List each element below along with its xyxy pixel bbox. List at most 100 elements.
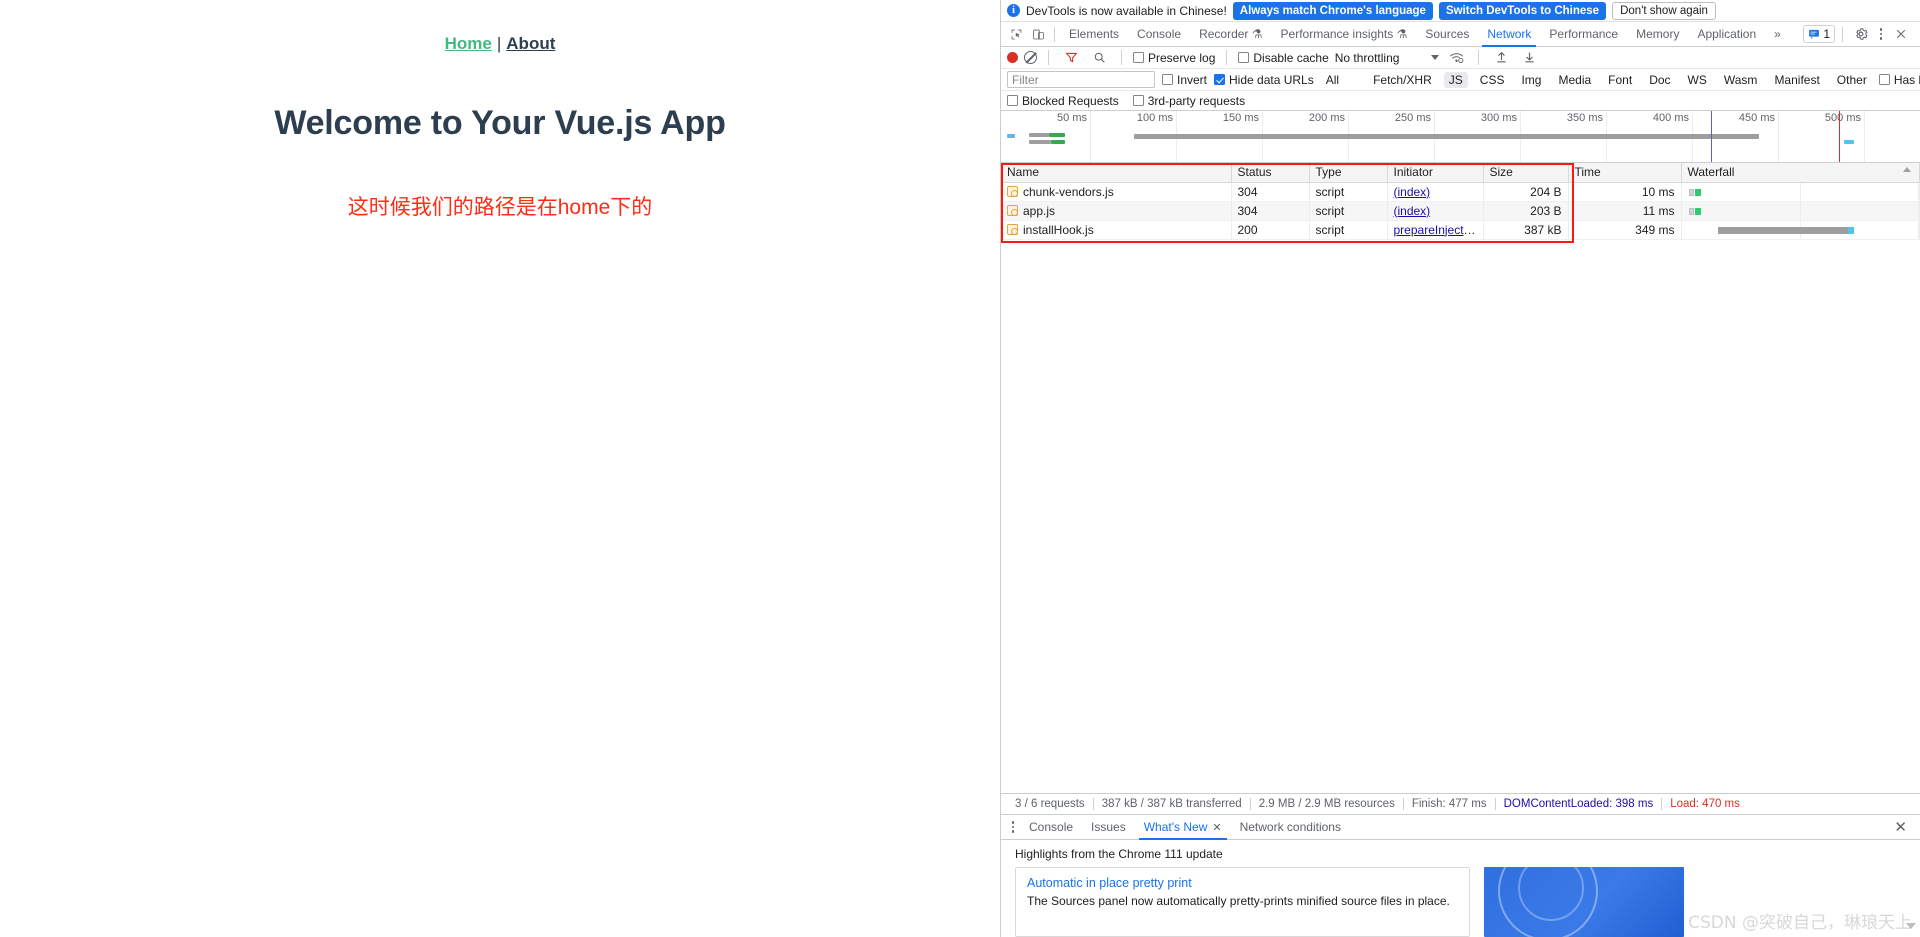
initiator-link[interactable]: (index) — [1394, 185, 1431, 199]
cell-name: app.js — [1001, 201, 1232, 221]
filter-funnel-icon[interactable] — [1060, 48, 1082, 68]
issues-count: 1 — [1823, 27, 1830, 41]
column-header-initiator[interactable]: Initiator — [1387, 163, 1484, 183]
search-icon[interactable] — [1088, 48, 1110, 68]
preserve-log-label: Preserve log — [1148, 50, 1216, 65]
inspect-element-icon[interactable] — [1005, 24, 1027, 44]
filter-type-wasm[interactable]: Wasm — [1719, 72, 1763, 88]
filter-type-img[interactable]: Img — [1516, 72, 1546, 88]
tab-recorder[interactable]: Recorder ⚗ — [1190, 22, 1271, 47]
filter-type-css[interactable]: CSS — [1475, 72, 1510, 88]
dont-show-again-button[interactable]: Don't show again — [1612, 1, 1716, 20]
record-network-log-icon[interactable] — [1007, 52, 1018, 63]
overview-tick: 200 ms — [1308, 112, 1345, 124]
close-devtools-icon[interactable] — [1890, 24, 1912, 44]
column-header-size[interactable]: Size — [1483, 163, 1569, 183]
filter-type-font[interactable]: Font — [1603, 72, 1637, 88]
column-header-name[interactable]: Name — [1001, 163, 1232, 183]
has-blocked-cookies-checkbox[interactable]: Has blocked cookies — [1878, 73, 1920, 87]
invert-checkbox[interactable]: Invert — [1162, 73, 1207, 87]
filter-type-manifest[interactable]: Manifest — [1769, 72, 1824, 88]
cell-name: installHook.js — [1001, 220, 1232, 240]
cell-waterfall — [1681, 220, 1920, 240]
tab-memory[interactable]: Memory — [1627, 22, 1688, 47]
settings-gear-icon[interactable] — [1850, 24, 1872, 44]
table-row[interactable]: app.js 304 script (index) 203 B 11 ms — [1001, 201, 1920, 221]
preserve-log-box — [1133, 52, 1144, 63]
toolbar-divider-3 — [1226, 50, 1228, 65]
overview-tick: 250 ms — [1394, 112, 1431, 124]
export-har-icon[interactable] — [1518, 48, 1540, 68]
blocked-requests-checkbox[interactable]: Blocked Requests — [1007, 94, 1119, 108]
third-party-requests-checkbox[interactable]: 3rd-party requests — [1132, 94, 1245, 108]
tab-performance-insights[interactable]: Performance insights ⚗ — [1272, 22, 1417, 47]
filter-type-js[interactable]: JS — [1443, 71, 1468, 88]
tab-elements[interactable]: Elements — [1060, 22, 1128, 47]
drawer-tab-issues[interactable]: Issues — [1082, 815, 1135, 840]
throttling-select[interactable]: No throttling — [1335, 51, 1440, 65]
tab-recorder-label: Recorder — [1199, 26, 1249, 41]
tab-application[interactable]: Application — [1688, 22, 1765, 47]
cell-initiator: (index) — [1387, 182, 1484, 202]
devtools-window: i DevTools is now available in Chinese! … — [1000, 0, 1920, 937]
waterfall-queue-bar — [1688, 207, 1694, 215]
nav-link-about[interactable]: About — [506, 34, 555, 53]
overview-tick: 350 ms — [1566, 112, 1603, 124]
import-har-icon[interactable] — [1490, 48, 1512, 68]
toolbar-divider-4 — [1478, 50, 1480, 65]
filter-type-all[interactable]: All — [1321, 72, 1344, 88]
cell-name: chunk-vendors.js — [1001, 182, 1232, 202]
column-header-status[interactable]: Status — [1231, 163, 1310, 183]
filter-input[interactable] — [1007, 71, 1155, 88]
drawer-more-options-icon[interactable] — [1006, 821, 1020, 833]
hide-data-urls-checkbox[interactable]: Hide data URLs — [1214, 73, 1314, 87]
tab-console[interactable]: Console — [1128, 22, 1190, 47]
cell-time: 10 ms — [1568, 182, 1682, 202]
switch-devtools-chinese-button[interactable]: Switch DevTools to Chinese — [1438, 1, 1607, 20]
close-icon[interactable]: ✕ — [1212, 822, 1221, 834]
table-row[interactable]: installHook.js 200 script prepareInjecti… — [1001, 220, 1920, 240]
filter-type-media[interactable]: Media — [1553, 72, 1596, 88]
network-summary-bar: 3 / 6 requests 387 kB / 387 kB transferr… — [1001, 793, 1920, 814]
vue-app-page: Home | About Welcome to Your Vue.js App 这时… — [0, 0, 1000, 937]
tab-performance-insights-label: Performance insights — [1280, 26, 1394, 41]
cell-type: script — [1309, 182, 1388, 202]
overview-tick: 450 ms — [1738, 112, 1775, 124]
overview-tick: 300 ms — [1480, 112, 1517, 124]
drawer-tab-console[interactable]: Console — [1020, 815, 1082, 840]
tab-performance[interactable]: Performance — [1540, 22, 1627, 47]
drawer-tab-whats-new[interactable]: What's New ✕ — [1135, 815, 1231, 840]
nav-link-home[interactable]: Home — [445, 34, 492, 53]
filter-type-other[interactable]: Other — [1832, 72, 1872, 88]
filter-type-fetch-xhr[interactable]: Fetch/XHR — [1368, 72, 1437, 88]
initiator-link[interactable]: (index) — [1394, 204, 1431, 218]
device-toolbar-icon[interactable] — [1027, 24, 1049, 44]
cell-size: 204 B — [1483, 182, 1569, 202]
tab-network[interactable]: Network — [1478, 22, 1540, 47]
table-row[interactable]: chunk-vendors.js 304 script (index) 204 … — [1001, 182, 1920, 202]
clear-network-log-icon[interactable] — [1024, 51, 1037, 64]
preserve-log-checkbox[interactable]: Preserve log — [1133, 51, 1215, 65]
tab-overflow-more-icon[interactable]: » — [1765, 22, 1790, 47]
cell-type: script — [1309, 220, 1388, 240]
column-header-waterfall[interactable]: Waterfall — [1681, 163, 1920, 183]
always-match-language-button[interactable]: Always match Chrome's language — [1232, 1, 1433, 20]
whats-new-card-title[interactable]: Automatic in place pretty print — [1027, 876, 1458, 890]
close-drawer-icon[interactable]: ✕ — [1894, 820, 1915, 835]
whats-new-card[interactable]: Automatic in place pretty print The Sour… — [1015, 867, 1470, 937]
disable-cache-checkbox[interactable]: Disable cache — [1238, 51, 1329, 65]
network-requests-table-wrap[interactable]: Name Status Type Initiator Size Time Wat… — [1001, 163, 1920, 793]
route-message: 这时候我们的路径是在home下的 — [347, 196, 653, 219]
issues-badge[interactable]: 1 — [1803, 25, 1835, 43]
column-header-type[interactable]: Type — [1309, 163, 1388, 183]
drawer-tab-network-conditions[interactable]: Network conditions — [1231, 815, 1350, 840]
cell-time: 11 ms — [1568, 201, 1682, 221]
devtools-more-options-icon[interactable] — [1874, 28, 1888, 40]
column-header-time[interactable]: Time — [1568, 163, 1682, 183]
network-conditions-wifi-icon[interactable] — [1445, 48, 1467, 68]
filter-type-ws[interactable]: WS — [1683, 72, 1712, 88]
network-overview-timeline[interactable]: 50 ms 100 ms 150 ms 200 ms 250 ms 300 ms… — [1001, 111, 1920, 163]
initiator-link[interactable]: prepareInjection.j… — [1394, 223, 1483, 237]
filter-type-doc[interactable]: Doc — [1644, 72, 1675, 88]
tab-sources[interactable]: Sources — [1416, 22, 1478, 47]
